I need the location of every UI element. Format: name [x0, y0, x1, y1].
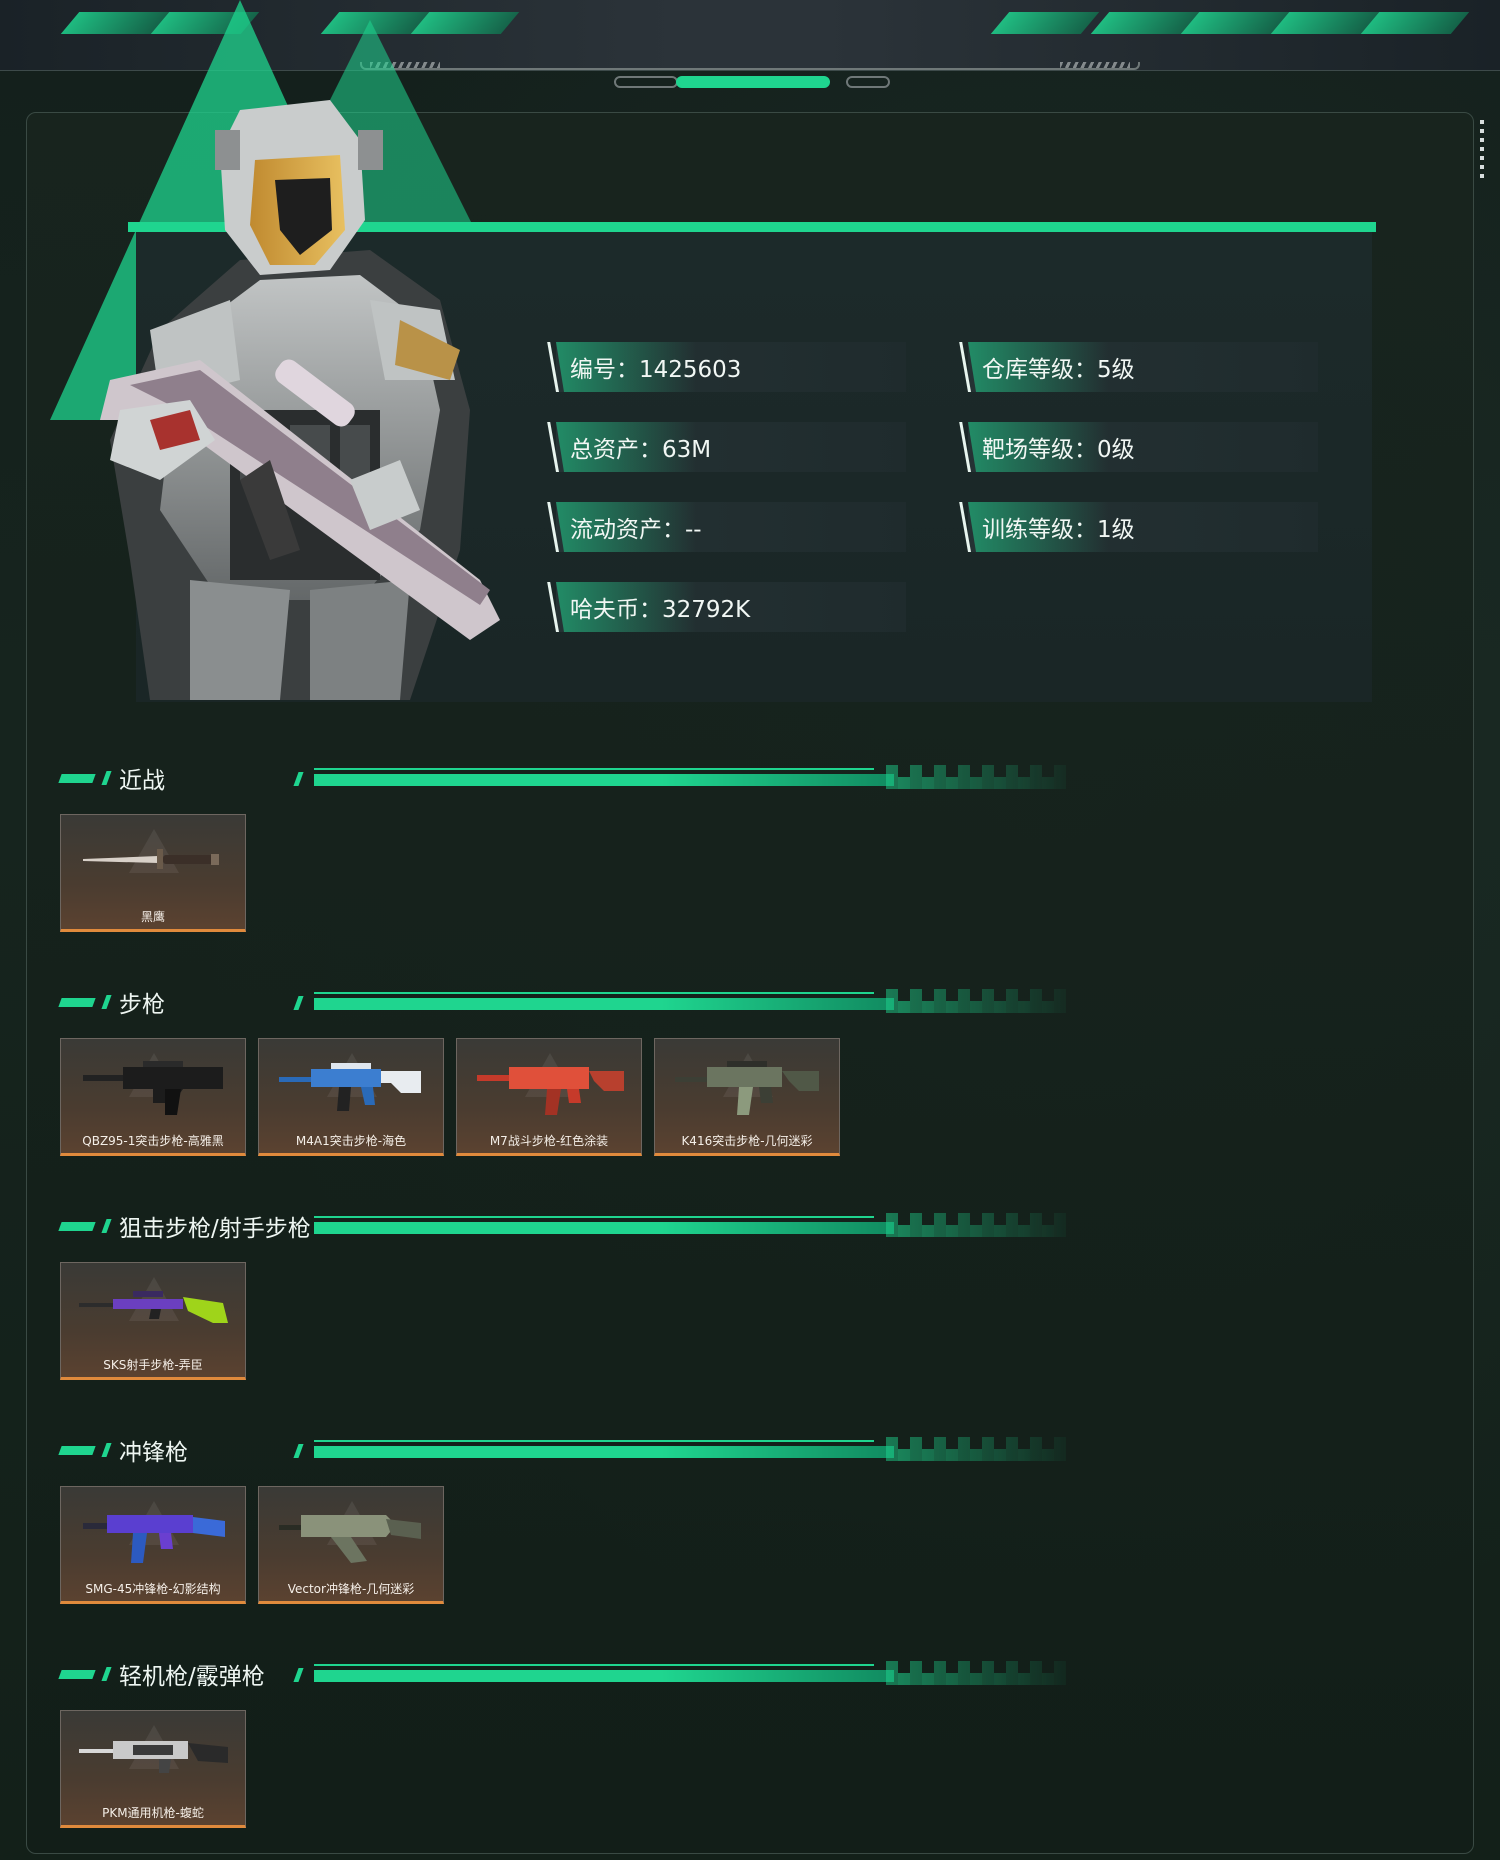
scroll-indicator-dots: [1480, 120, 1484, 182]
smg-icon: [279, 1515, 421, 1563]
title-bar-icon: [58, 1669, 96, 1679]
category-divider: [293, 762, 1076, 792]
category-title-sniper: 狙击步枪/射手步枪: [58, 1206, 311, 1246]
item-card[interactable]: 黑鹰: [60, 814, 246, 932]
title-bar-icon: [58, 997, 96, 1007]
item-card[interactable]: PKM通用机枪-蝮蛇: [60, 1710, 246, 1828]
category-label: 近战: [119, 768, 165, 794]
stat-warehouse-level-text: 仓库等级：5级: [982, 357, 1135, 383]
category-label: 轻机枪/霰弹枪: [119, 1664, 265, 1690]
category-divider: [293, 1434, 1076, 1464]
item-card[interactable]: SMG-45冲锋枪-幻影结构: [60, 1486, 246, 1604]
item-card[interactable]: M7战斗步枪-红色涂装: [456, 1038, 642, 1156]
item-name: K416突击步枪-几何迷彩: [681, 1134, 813, 1148]
item-name: PKM通用机枪-蝮蛇: [102, 1806, 204, 1820]
stat-id-text: 编号：1425603: [570, 357, 742, 383]
item-name: 黑鹰: [140, 910, 165, 924]
title-tick-icon: [101, 771, 112, 785]
item-name: Vector冲锋枪-几何迷彩: [287, 1582, 415, 1596]
stat-liquid-assets: 流动资产：--: [556, 502, 906, 552]
knife-icon: [83, 849, 219, 869]
category-title-melee: 近战: [58, 758, 165, 798]
stat-training-level-text: 训练等级：1级: [982, 517, 1135, 543]
header-stripe: [990, 12, 1100, 34]
item-card[interactable]: K416突击步枪-几何迷彩: [654, 1038, 840, 1156]
stat-liquid-assets-text: 流动资产：--: [570, 517, 702, 543]
category-label: 狙击步枪/射手步枪: [119, 1216, 311, 1242]
item-name: M7战斗步枪-红色涂装: [489, 1134, 609, 1148]
header-pill: [614, 76, 678, 88]
rifle-icon: [83, 1061, 223, 1115]
stat-havoc-coin-text: 哈夫币：32792K: [570, 597, 751, 623]
stat-range-level-text: 靶场等级：0级: [982, 437, 1135, 463]
sniper-rifle-icon: [79, 1291, 228, 1323]
title-bar-icon: [58, 1221, 96, 1231]
stat-total-assets-text: 总资产：63M: [570, 437, 712, 463]
category-divider: [296, 1210, 1076, 1240]
header-pill-active: [676, 76, 830, 88]
operator-portrait: [100, 100, 500, 700]
machine-gun-icon: [79, 1741, 228, 1773]
title-bar-icon: [58, 773, 96, 783]
item-name: M4A1突击步枪-海色: [295, 1134, 407, 1148]
rifle-icon: [477, 1067, 624, 1115]
category-label: 步枪: [119, 992, 165, 1018]
item-card[interactable]: QBZ95-1突击步枪-高雅黑: [60, 1038, 246, 1156]
title-tick-icon: [101, 1443, 112, 1457]
header-stripe: [1360, 12, 1470, 34]
rifle-icon: [675, 1061, 819, 1115]
stat-range-level: 靶场等级：0级: [968, 422, 1318, 472]
category-title-smg: 冲锋枪: [58, 1430, 188, 1470]
stat-id: 编号：1425603: [556, 342, 906, 392]
item-card[interactable]: Vector冲锋枪-几何迷彩: [258, 1486, 444, 1604]
category-title-rifle: 步枪: [58, 982, 165, 1022]
stat-training-level: 训练等级：1级: [968, 502, 1318, 552]
category-label: 冲锋枪: [119, 1440, 188, 1466]
rifle-icon: [279, 1063, 421, 1111]
stat-warehouse-level: 仓库等级：5级: [968, 342, 1318, 392]
title-tick-icon: [101, 1219, 112, 1233]
category-title-lmg: 轻机枪/霰弹枪: [58, 1654, 265, 1694]
header-pill: [846, 76, 890, 88]
smg-icon: [83, 1515, 225, 1563]
title-bar-icon: [58, 1445, 96, 1455]
stat-havoc-coin: 哈夫币：32792K: [556, 582, 906, 632]
item-name: SKS射手步枪-弄臣: [103, 1358, 203, 1372]
item-card[interactable]: SKS射手步枪-弄臣: [60, 1262, 246, 1380]
title-tick-icon: [101, 1667, 112, 1681]
title-tick-icon: [101, 995, 112, 1009]
stat-total-assets: 总资产：63M: [556, 422, 906, 472]
item-name: SMG-45冲锋枪-幻影结构: [85, 1582, 221, 1596]
item-card[interactable]: M4A1突击步枪-海色: [258, 1038, 444, 1156]
category-divider: [293, 986, 1076, 1016]
category-divider: [293, 1658, 1076, 1688]
item-name: QBZ95-1突击步枪-高雅黑: [82, 1134, 224, 1148]
